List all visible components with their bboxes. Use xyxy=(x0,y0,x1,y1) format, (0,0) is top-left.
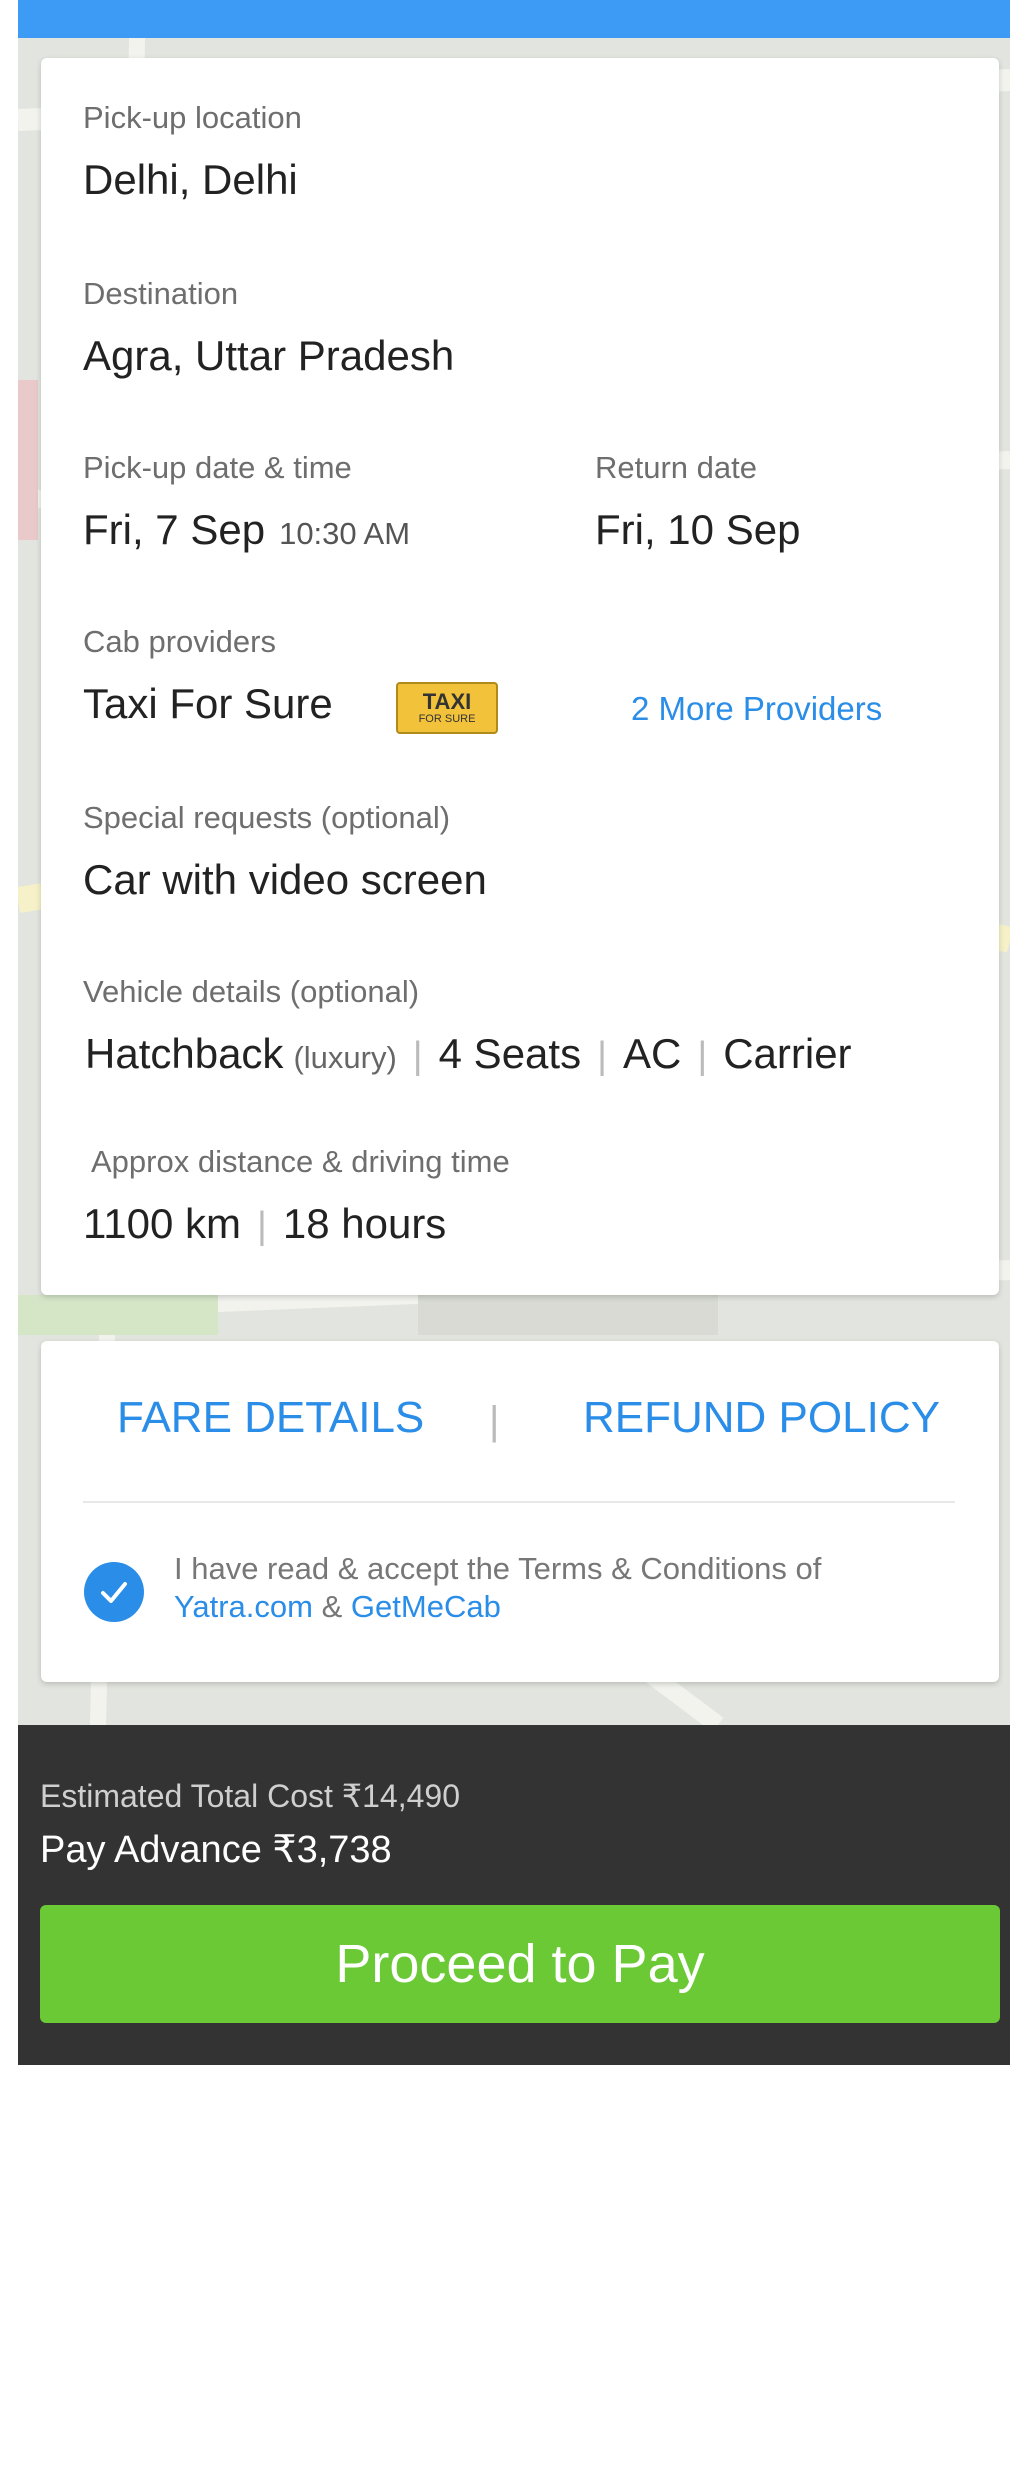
taxi-for-sure-logo: TAXI FOR SURE xyxy=(396,682,498,734)
vehicle-class: (luxury) xyxy=(293,1040,397,1075)
separator: | xyxy=(697,1035,708,1077)
separator: | xyxy=(412,1035,423,1077)
vehicle-ac: AC xyxy=(622,1030,682,1077)
logo-text-taxi: TAXI xyxy=(422,689,472,714)
payment-footer: Estimated Total Cost ₹14,490 Pay Advance… xyxy=(18,1725,1010,2065)
special-requests-value[interactable]: Car with video screen xyxy=(83,856,487,904)
checkmark-icon xyxy=(101,1582,127,1603)
cab-providers-label: Cab providers xyxy=(83,624,276,659)
distance-value: 1100 km xyxy=(83,1200,241,1247)
estimated-value: ₹14,490 xyxy=(341,1778,460,1814)
destination-label: Destination xyxy=(83,276,239,311)
driving-time-value: 18 hours xyxy=(282,1200,447,1247)
pickup-location-value[interactable]: Delhi, Delhi xyxy=(83,156,298,204)
cab-provider-value[interactable]: Taxi For Sure xyxy=(83,680,333,728)
separator: | xyxy=(256,1205,267,1247)
vehicle-carrier: Carrier xyxy=(723,1030,852,1077)
pickup-time: 10:30 AM xyxy=(279,516,411,551)
vehicle-type: Hatchback xyxy=(85,1030,284,1077)
advance-value: ₹3,738 xyxy=(272,1829,392,1871)
estimated-total-cost: Estimated Total Cost ₹14,490 xyxy=(40,1777,460,1815)
logo-text-forsure: FOR SURE xyxy=(418,713,476,725)
distance-time-value: 1100 km | 18 hours xyxy=(83,1200,446,1248)
policy-separator: | xyxy=(489,1399,500,1443)
vehicle-details-value[interactable]: Hatchback (luxury) | 4 Seats | AC | Carrier xyxy=(85,1030,852,1078)
pickup-date: Fri, 7 Sep xyxy=(83,506,266,553)
separator: | xyxy=(597,1035,607,1077)
pickup-datetime-value[interactable]: Fri, 7 Sep 10:30 AM xyxy=(83,506,410,554)
vehicle-seats: 4 Seats xyxy=(438,1030,582,1077)
more-providers-link[interactable]: 2 More Providers xyxy=(631,690,882,728)
policy-card: FARE DETAILS | REFUND POLICY I have read… xyxy=(41,1341,999,1682)
pickup-location-label: Pick-up location xyxy=(83,100,302,135)
pickup-datetime-label: Pick-up date & time xyxy=(83,450,352,485)
top-bar xyxy=(18,0,1010,38)
fare-details-link[interactable]: FARE DETAILS xyxy=(117,1393,424,1443)
terms-links: Yatra.com & GetMeCab xyxy=(174,1589,501,1625)
return-date-label: Return date xyxy=(595,450,757,485)
distance-time-label: Approx distance & driving time xyxy=(91,1144,510,1179)
proceed-to-pay-button[interactable]: Proceed to Pay xyxy=(40,1905,1000,2023)
return-date-value[interactable]: Fri, 10 Sep xyxy=(595,506,800,554)
terms-ampersand: & xyxy=(321,1589,343,1624)
trip-details-card: Pick-up location Delhi, Delhi Destinatio… xyxy=(41,58,999,1295)
estimated-label: Estimated Total Cost xyxy=(40,1778,333,1814)
terms-text: I have read & accept the Terms & Conditi… xyxy=(174,1551,822,1586)
refund-policy-link[interactable]: REFUND POLICY xyxy=(583,1393,940,1443)
advance-label: Pay Advance xyxy=(40,1829,262,1871)
destination-value[interactable]: Agra, Uttar Pradesh xyxy=(83,332,454,380)
yatra-link[interactable]: Yatra.com xyxy=(174,1589,313,1624)
terms-checkbox[interactable] xyxy=(84,1562,144,1622)
app-screen: Pick-up location Delhi, Delhi Destinatio… xyxy=(18,0,1010,2065)
pay-advance: Pay Advance ₹3,738 xyxy=(40,1827,392,1872)
getmecab-link[interactable]: GetMeCab xyxy=(351,1589,501,1624)
special-requests-label: Special requests (optional) xyxy=(83,800,451,835)
divider xyxy=(83,1501,955,1503)
vehicle-details-label: Vehicle details (optional) xyxy=(83,974,420,1009)
